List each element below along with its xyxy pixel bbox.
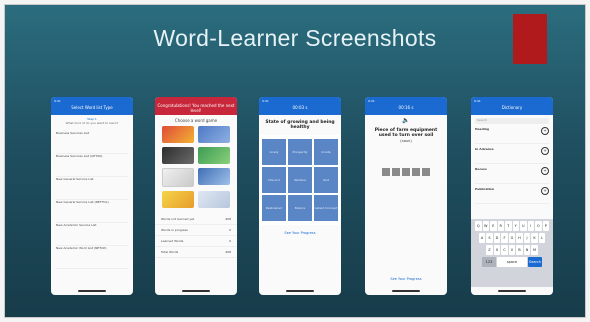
answer-cell[interactable]: Discord — [262, 167, 286, 193]
key-u[interactable]: U — [520, 221, 527, 231]
key-t[interactable]: T — [505, 221, 512, 231]
game-tile[interactable] — [162, 191, 194, 208]
nav-bar: 9:41 Select Word list Type — [51, 97, 133, 115]
letter-tile[interactable] — [392, 168, 400, 176]
add-icon: + — [541, 127, 549, 135]
list-item[interactable]: New General Service List — [56, 177, 128, 200]
add-icon: + — [541, 167, 549, 175]
letter-tile[interactable] — [402, 168, 410, 176]
dictionary-entry[interactable]: Recess + — [475, 167, 549, 184]
timer-bar: 9:41 00:03 s — [259, 97, 341, 115]
definition-prompt: Piece of farm equipment used to turn ove… — [374, 128, 438, 138]
speaker-icon[interactable]: 🔈 — [365, 117, 447, 124]
home-indicator — [182, 290, 210, 292]
key-h[interactable]: H — [516, 233, 523, 243]
slide: Word-Learner Screenshots 9:41 Select Wor… — [4, 4, 586, 318]
game-tile[interactable] — [162, 126, 194, 143]
letter-tile[interactable] — [412, 168, 420, 176]
key-g[interactable]: G — [508, 233, 516, 243]
home-indicator — [78, 290, 106, 292]
key-l[interactable]: L — [538, 233, 546, 243]
key-z[interactable]: Z — [486, 245, 493, 255]
game-tile[interactable] — [198, 126, 230, 143]
answer-grid: Lively Prosperity Innate Discord Warfare… — [259, 135, 341, 225]
key-123[interactable]: 123 — [482, 257, 496, 267]
dictionary-entry[interactable]: In Advance + — [475, 147, 549, 164]
key-w[interactable]: W — [482, 221, 489, 231]
game-tile[interactable] — [198, 191, 230, 208]
stat-row: Words not learned yet 408 — [155, 214, 237, 225]
phone-screenshot-word-list-type: 9:41 Select Word list Type Step 1 What k… — [51, 97, 133, 295]
search-input[interactable]: Search — [475, 118, 549, 124]
on-screen-keyboard: QWERTYUIOP ASDFGHJKL ZXCVBNM 123 space S… — [471, 219, 553, 287]
game-heading: Choose a word game — [174, 118, 218, 123]
key-x[interactable]: X — [493, 245, 501, 255]
key-n[interactable]: N — [523, 245, 531, 255]
key-p[interactable]: P — [542, 221, 549, 231]
key-k[interactable]: K — [531, 233, 538, 243]
timer-bar: 9:41 00:16 s — [365, 97, 447, 115]
list-item[interactable]: New General Service List (NETTOL) — [56, 200, 128, 223]
letter-tile[interactable] — [422, 168, 430, 176]
key-b[interactable]: B — [516, 245, 523, 255]
answer-cell[interactable]: Warfare — [288, 167, 312, 193]
key-i[interactable]: I — [527, 221, 534, 231]
key-a[interactable]: A — [478, 233, 486, 243]
game-tile[interactable] — [162, 147, 194, 164]
letter-tiles — [365, 168, 447, 176]
list-item[interactable]: Business Services List (UETXO) — [56, 154, 128, 177]
phone-screenshot-game-select: Congratulations! You reached the next le… — [155, 97, 237, 295]
key-o[interactable]: O — [535, 221, 542, 231]
game-tile[interactable] — [198, 147, 230, 164]
key-f[interactable]: F — [501, 233, 508, 243]
dictionary-entry[interactable]: Heading + — [475, 127, 549, 144]
phone-screenshot-dictionary: 9:41 Dictionary Search Heading + In Advan… — [471, 97, 553, 295]
answer-cell[interactable]: Restrained — [262, 195, 286, 221]
add-icon: + — [541, 187, 549, 195]
add-icon: + — [541, 147, 549, 155]
key-j[interactable]: J — [523, 233, 531, 243]
list-item[interactable]: New Academic Word List (NETOX) — [56, 246, 128, 269]
list-item[interactable]: New Academic Service List — [56, 223, 128, 246]
key-m[interactable]: M — [531, 245, 538, 255]
home-indicator — [392, 290, 420, 292]
see-progress-link[interactable]: See Your Progress — [259, 231, 341, 235]
key-y[interactable]: Y — [512, 221, 519, 231]
key-search[interactable]: Search — [528, 257, 542, 267]
congrats-banner: Congratulations! You reached the next le… — [155, 97, 237, 115]
home-indicator — [286, 290, 314, 292]
nav-bar: 9:41 Dictionary — [471, 97, 553, 115]
screen-title: Select Word list Type — [71, 105, 113, 110]
answer-cell[interactable]: Prosperity — [288, 139, 312, 165]
stat-row: Words in progress 0 — [155, 225, 237, 236]
phone-screenshot-word-match: 9:41 00:03 s State of growing and being … — [259, 97, 341, 295]
game-grid — [155, 126, 237, 208]
answer-cell[interactable]: Lively — [262, 139, 286, 165]
key-r[interactable]: R — [497, 221, 504, 231]
see-progress-link[interactable]: See Your Progress — [365, 277, 447, 281]
key-e[interactable]: E — [490, 221, 497, 231]
slide-title: Word-Learner Screenshots — [153, 25, 437, 51]
answer-cell[interactable]: Innate — [314, 139, 338, 165]
answer-cell[interactable]: Latest Concept — [314, 195, 338, 221]
letter-tile[interactable] — [382, 168, 390, 176]
key-q[interactable]: Q — [475, 221, 482, 231]
key-d[interactable]: D — [493, 233, 501, 243]
definition-prompt: State of growing and being healthy — [265, 120, 335, 130]
answer-cell[interactable]: Gist — [314, 167, 338, 193]
phone-screenshot-spelling: 9:41 00:16 s 🔈 Piece of farm equipment u… — [365, 97, 447, 295]
list-item[interactable]: Business Services List — [56, 131, 128, 154]
game-tile[interactable] — [162, 168, 194, 187]
stat-row: Total Words 408 — [155, 247, 237, 258]
answer-cell[interactable]: Bizarre — [288, 195, 312, 221]
key-v[interactable]: V — [508, 245, 516, 255]
key-c[interactable]: C — [501, 245, 508, 255]
key-s[interactable]: S — [486, 233, 493, 243]
stat-row: Learned Words 0 — [155, 236, 237, 247]
dictionary-entry[interactable]: Publication + — [475, 187, 549, 204]
key-space[interactable]: space — [497, 257, 527, 267]
home-indicator — [498, 290, 526, 292]
game-tile[interactable] — [198, 168, 230, 185]
part-of-speech: (noun) — [400, 139, 412, 143]
